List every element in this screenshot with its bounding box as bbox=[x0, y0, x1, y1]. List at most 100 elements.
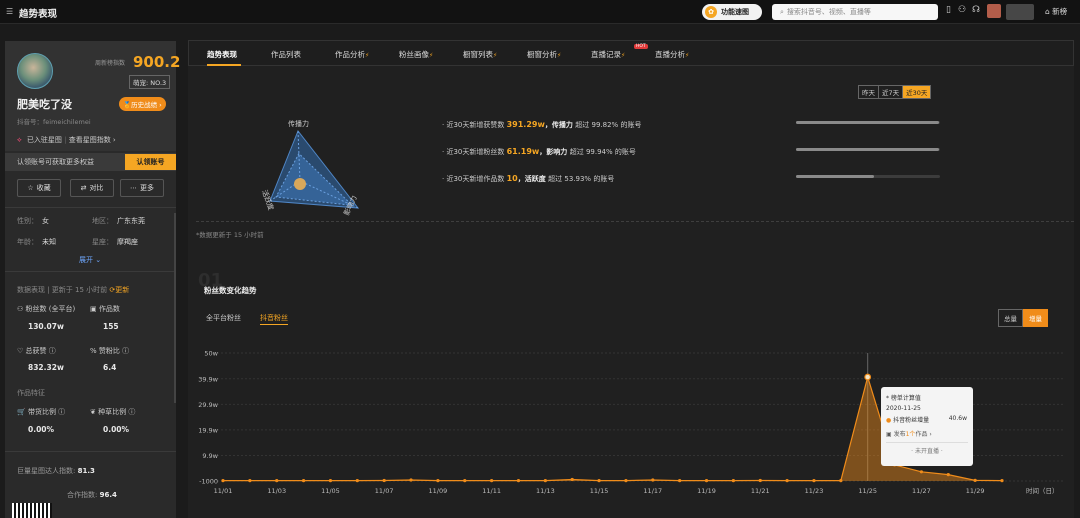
period-yesterday[interactable]: 昨天 bbox=[859, 86, 879, 98]
sign-field: 星座： 摩羯座 bbox=[92, 238, 138, 246]
period-30d[interactable]: 近30天 bbox=[903, 86, 931, 98]
user-avatar[interactable] bbox=[987, 4, 1001, 18]
page-title: 趋势表现 bbox=[19, 9, 58, 20]
function-map-icon: ✿ bbox=[705, 6, 717, 18]
panel-scrollbar[interactable] bbox=[174, 213, 176, 403]
data-section-title: 数据表现 | 更新于 15 小时前 ⟳更新 bbox=[17, 286, 130, 294]
function-map-label: 功能速图 bbox=[721, 8, 749, 16]
douyin-id: 抖音号：feimeichilemei bbox=[17, 118, 91, 126]
x-tick-label: 11/11 bbox=[482, 487, 501, 495]
mode-total[interactable]: 总量 bbox=[998, 309, 1023, 327]
star-index-field: 巨量星图达人指数: 81.3 bbox=[17, 467, 95, 475]
x-tick-label: 11/01 bbox=[214, 487, 233, 495]
data-point bbox=[973, 478, 977, 482]
star-map-icon: ⟡ bbox=[17, 136, 22, 144]
trend-panel: 趋势表现 作品列表 作品分析⚡ 粉丝画像⚡ 橱窗列表⚡ 橱窗分析⚡ 直播记录⚡ … bbox=[188, 40, 1074, 518]
phone-icon[interactable]: ▯ bbox=[946, 5, 951, 15]
star-status: 已入驻星图 bbox=[26, 136, 62, 144]
function-map-button[interactable]: ✿ 功能速图 bbox=[702, 4, 762, 20]
star-index-link[interactable]: 查看星图指数 › bbox=[69, 136, 116, 144]
expand-link[interactable]: 展开 ⌄ bbox=[79, 255, 101, 265]
likes-value: 832.32w bbox=[28, 363, 64, 372]
top-bar: ☰ 趋势表现 ✿ 功能速图 ⌕ 搜索抖音号、视频、直播等 ▯ ⚇ ☊ ⌂ 新榜 bbox=[0, 0, 1080, 24]
favorite-button[interactable]: ☆ 收藏 bbox=[17, 179, 61, 197]
mode-selector: 总量 增量 bbox=[998, 309, 1048, 327]
fans-value: 130.07w bbox=[28, 322, 64, 331]
feature-section-title: 作品特征 bbox=[17, 389, 45, 397]
tab-works-list[interactable]: 作品列表 bbox=[271, 49, 301, 60]
data-point bbox=[758, 478, 762, 483]
data-point bbox=[355, 479, 359, 483]
hot-badge: HOT bbox=[634, 44, 648, 49]
subtab-all-platform[interactable]: 全平台粉丝 bbox=[206, 313, 241, 323]
account-avatar[interactable] bbox=[17, 53, 53, 89]
data-point bbox=[864, 373, 872, 381]
star-map-line: ⟡ 已入驻星图 | 查看星图指数 › bbox=[17, 136, 116, 144]
data-point bbox=[248, 479, 252, 483]
stat-fans: · 近30天新增粉丝数 61.19w，影响力 超过 99.94% 的账号 bbox=[442, 147, 636, 156]
stat-fans-bar bbox=[796, 148, 940, 151]
rank-badge: 萌宠: NO.3 bbox=[129, 75, 171, 89]
tab-live-records[interactable]: 直播记录⚡ bbox=[591, 49, 625, 60]
claim-bar: 认领账号可获取更多权益 认领账号 bbox=[5, 153, 176, 171]
age-field: 年龄： 未知 bbox=[17, 238, 56, 246]
gender-field: 性别：女 bbox=[17, 217, 49, 225]
username-blurred[interactable] bbox=[1006, 4, 1034, 20]
more-button[interactable]: ⋯ 更多 bbox=[120, 179, 164, 197]
qr-code bbox=[12, 503, 52, 518]
score-value: 900.2 bbox=[133, 53, 181, 71]
users-icon[interactable]: ⚇ bbox=[958, 5, 966, 15]
x-tick-label: 11/15 bbox=[590, 487, 609, 495]
mode-increment[interactable]: 增量 bbox=[1023, 309, 1048, 327]
tab-live-analysis[interactable]: 直播分析⚡ bbox=[655, 49, 689, 60]
data-point bbox=[436, 479, 440, 483]
refresh-link[interactable]: ⟳更新 bbox=[109, 286, 129, 294]
data-point bbox=[731, 479, 735, 483]
claim-text: 认领账号可获取更多权益 bbox=[17, 158, 94, 166]
divider bbox=[5, 451, 176, 452]
tab-showcase-analysis[interactable]: 橱窗分析⚡ bbox=[527, 49, 561, 60]
y-tick-label: 39.9w bbox=[198, 375, 218, 383]
x-tick-label: 11/17 bbox=[643, 487, 662, 495]
y-tick-label: 29.9w bbox=[198, 401, 218, 409]
history-button[interactable]: 🏅历史战绩 › bbox=[119, 97, 166, 111]
x-tick-label: 11/09 bbox=[429, 487, 448, 495]
y-tick-label: 50w bbox=[204, 350, 218, 358]
post-icon: ▣ bbox=[886, 431, 892, 438]
data-point bbox=[221, 479, 225, 483]
account-name: 肥美吃了没 bbox=[17, 98, 72, 111]
active-tab-indicator bbox=[207, 64, 241, 66]
region-field: 地区： 广东东莞 bbox=[92, 217, 145, 225]
search-input[interactable]: ⌕ 搜索抖音号、视频、直播等 bbox=[772, 4, 938, 20]
tab-fans-profile[interactable]: 粉丝画像⚡ bbox=[399, 49, 433, 60]
data-point bbox=[570, 477, 574, 482]
data-point bbox=[490, 479, 494, 483]
works-label: ▣ 作品数 bbox=[90, 305, 120, 313]
subtab-douyin[interactable]: 抖音粉丝 bbox=[260, 313, 288, 325]
period-7d[interactable]: 近7天 bbox=[879, 86, 904, 98]
data-point bbox=[516, 479, 521, 483]
headset-icon[interactable]: ☊ bbox=[972, 5, 980, 15]
tab-trend[interactable]: 趋势表现 bbox=[207, 49, 237, 60]
tooltip-publish-link[interactable]: ▣ 发布1个作品 › bbox=[886, 429, 968, 438]
tab-works-analysis[interactable]: 作品分析⚡ bbox=[335, 49, 369, 60]
fans-label: ⚇ 粉丝数 (全平台) bbox=[17, 305, 76, 313]
data-point bbox=[328, 479, 333, 483]
data-point bbox=[275, 479, 279, 483]
radar-center-icon bbox=[294, 178, 306, 190]
more-icon: ⋯ bbox=[130, 184, 137, 192]
data-point bbox=[785, 479, 789, 483]
stat-likes: · 近30天新增获赞数 391.29w，传播力 超过 99.82% 的账号 bbox=[442, 120, 642, 129]
y-tick-label: 9.9w bbox=[202, 452, 218, 460]
claim-button[interactable]: 认领账号 bbox=[125, 154, 176, 170]
coop-index-field: 合作指数: 96.4 bbox=[67, 491, 117, 499]
newlist-home-link[interactable]: ⌂ 新榜 bbox=[1045, 6, 1067, 17]
x-tick-label: 11/13 bbox=[536, 487, 555, 495]
data-point bbox=[946, 473, 950, 477]
tab-showcase-list[interactable]: 橱窗列表⚡ bbox=[463, 49, 497, 60]
account-panel: 周新榜指数 900.2 萌宠: NO.3 肥美吃了没 🏅历史战绩 › 抖音号：f… bbox=[5, 41, 180, 518]
compare-button[interactable]: ⇄ 对比 bbox=[70, 179, 114, 197]
menu-icon[interactable]: ☰ bbox=[6, 7, 13, 16]
ratio-label: % 赞粉比 ⓘ bbox=[90, 347, 130, 355]
data-point bbox=[409, 478, 413, 482]
